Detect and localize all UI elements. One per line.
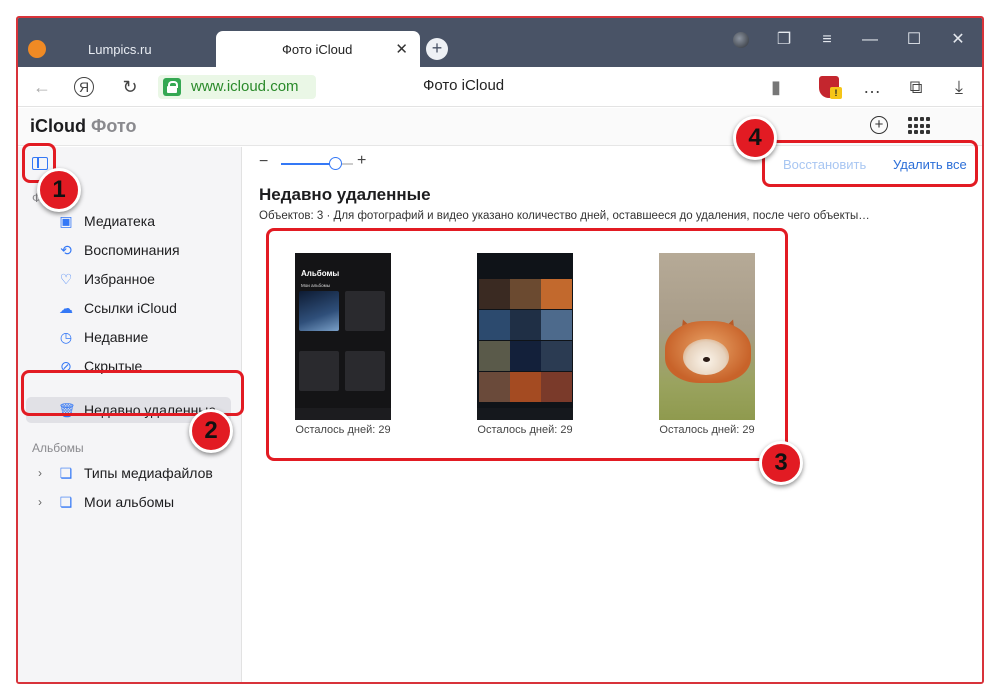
- sidebar-item-recents[interactable]: ◷ Недавние: [18, 324, 240, 350]
- page-title: Фото iCloud: [423, 77, 505, 94]
- collections-icon[interactable]: ❐: [772, 28, 796, 52]
- highlight-action-buttons: [762, 140, 978, 187]
- sidebar-item-favorites[interactable]: ♡ Избранное: [18, 266, 240, 292]
- tab-icloud-photos[interactable]: Фото iCloud ✕: [216, 31, 420, 67]
- cloud-link-icon: ☁: [59, 300, 73, 316]
- step-badge-2: 2: [189, 409, 233, 453]
- lock-icon: [163, 78, 181, 96]
- warning-badge-icon: !: [830, 87, 842, 99]
- sidebar-item-label: Типы медиафайлов: [84, 465, 213, 481]
- clock-icon: ◷: [59, 329, 73, 345]
- chevron-right-icon[interactable]: ›: [38, 466, 42, 480]
- url-field[interactable]: www.icloud.com: [158, 75, 316, 99]
- tab-lumpics[interactable]: Lumpics.ru: [18, 31, 216, 67]
- maximize-icon[interactable]: ☐: [902, 28, 926, 52]
- bookmark-icon[interactable]: ▮: [764, 75, 788, 99]
- zoom-slider-handle[interactable]: [329, 157, 342, 170]
- menu-icon[interactable]: ≡: [815, 28, 839, 52]
- sidebar-item-media-types[interactable]: › ❏ Типы медиафайлов: [18, 460, 240, 486]
- back-arrow-icon[interactable]: ←: [30, 75, 54, 99]
- extensions-icon[interactable]: ⧉: [904, 75, 928, 99]
- zoom-in-icon[interactable]: +: [357, 152, 366, 170]
- step-badge-1: 1: [37, 168, 81, 212]
- chevron-right-icon[interactable]: ›: [38, 495, 42, 509]
- address-bar: ← Я ↻ www.icloud.com Фото iCloud ▮ ! … ⧉…: [18, 67, 982, 107]
- close-window-icon[interactable]: ✕: [946, 28, 970, 52]
- library-icon: ▣: [59, 213, 73, 229]
- sidebar-item-memories[interactable]: ⟲ Воспоминания: [18, 237, 240, 263]
- memories-icon: ⟲: [60, 242, 72, 258]
- app-name: Фото: [91, 116, 137, 136]
- reload-icon[interactable]: ↻: [118, 75, 142, 99]
- yandex-icon[interactable]: Я: [74, 77, 94, 97]
- sidebar-item-my-albums[interactable]: › ❏ Мои альбомы: [18, 489, 240, 515]
- more-icon[interactable]: …: [860, 75, 884, 99]
- page-heading: Недавно удаленные: [259, 185, 431, 204]
- sidebar-item-label: Ссылки iCloud: [84, 300, 177, 316]
- sidebar-item-label: Воспоминания: [84, 242, 180, 258]
- zoom-slider-track-rest[interactable]: [341, 163, 353, 165]
- tab-bar: Lumpics.ru Фото iCloud ✕ + ❐ ≡ — ☐ ✕: [18, 18, 982, 67]
- sidebar-item-label: Медиатека: [84, 213, 156, 229]
- new-tab-button[interactable]: +: [426, 38, 448, 60]
- sidebar-item-library[interactable]: ▣ Медиатека: [18, 208, 240, 234]
- sidebar-section-albums: Альбомы: [32, 441, 84, 455]
- sidebar-item-label: Недавние: [84, 329, 149, 345]
- sidebar-item-label: Мои альбомы: [84, 494, 175, 510]
- url-text: www.icloud.com: [191, 78, 299, 95]
- tab-title: Фото iCloud: [282, 41, 353, 57]
- close-tab-icon[interactable]: ✕: [395, 40, 408, 58]
- album-stack-icon: ❏: [59, 494, 73, 510]
- zoom-slider-track[interactable]: [281, 163, 333, 165]
- add-icon[interactable]: +: [870, 116, 888, 134]
- step-badge-3: 3: [759, 441, 803, 485]
- app-grid-icon[interactable]: [908, 117, 930, 135]
- minimize-icon[interactable]: —: [858, 28, 882, 52]
- sidebar-item-label: Избранное: [84, 271, 155, 287]
- download-icon[interactable]: ⤓: [947, 75, 971, 99]
- zoom-out-icon[interactable]: −: [259, 153, 268, 171]
- lumpics-favicon: [28, 40, 46, 58]
- heart-icon: ♡: [59, 271, 73, 287]
- sidebar-item-icloud-links[interactable]: ☁ Ссылки iCloud: [18, 295, 240, 321]
- highlight-thumbnails: [266, 228, 788, 461]
- album-stack-icon: ❏: [59, 465, 73, 481]
- items-info-text: Объектов: 3 · Для фотографий и видео ука…: [259, 210, 870, 222]
- icloud-logo[interactable]: iCloud Фото: [30, 116, 137, 137]
- profile-avatar-icon[interactable]: [729, 28, 753, 52]
- step-badge-4: 4: [733, 116, 777, 160]
- tab-title: Lumpics.ru: [88, 41, 152, 57]
